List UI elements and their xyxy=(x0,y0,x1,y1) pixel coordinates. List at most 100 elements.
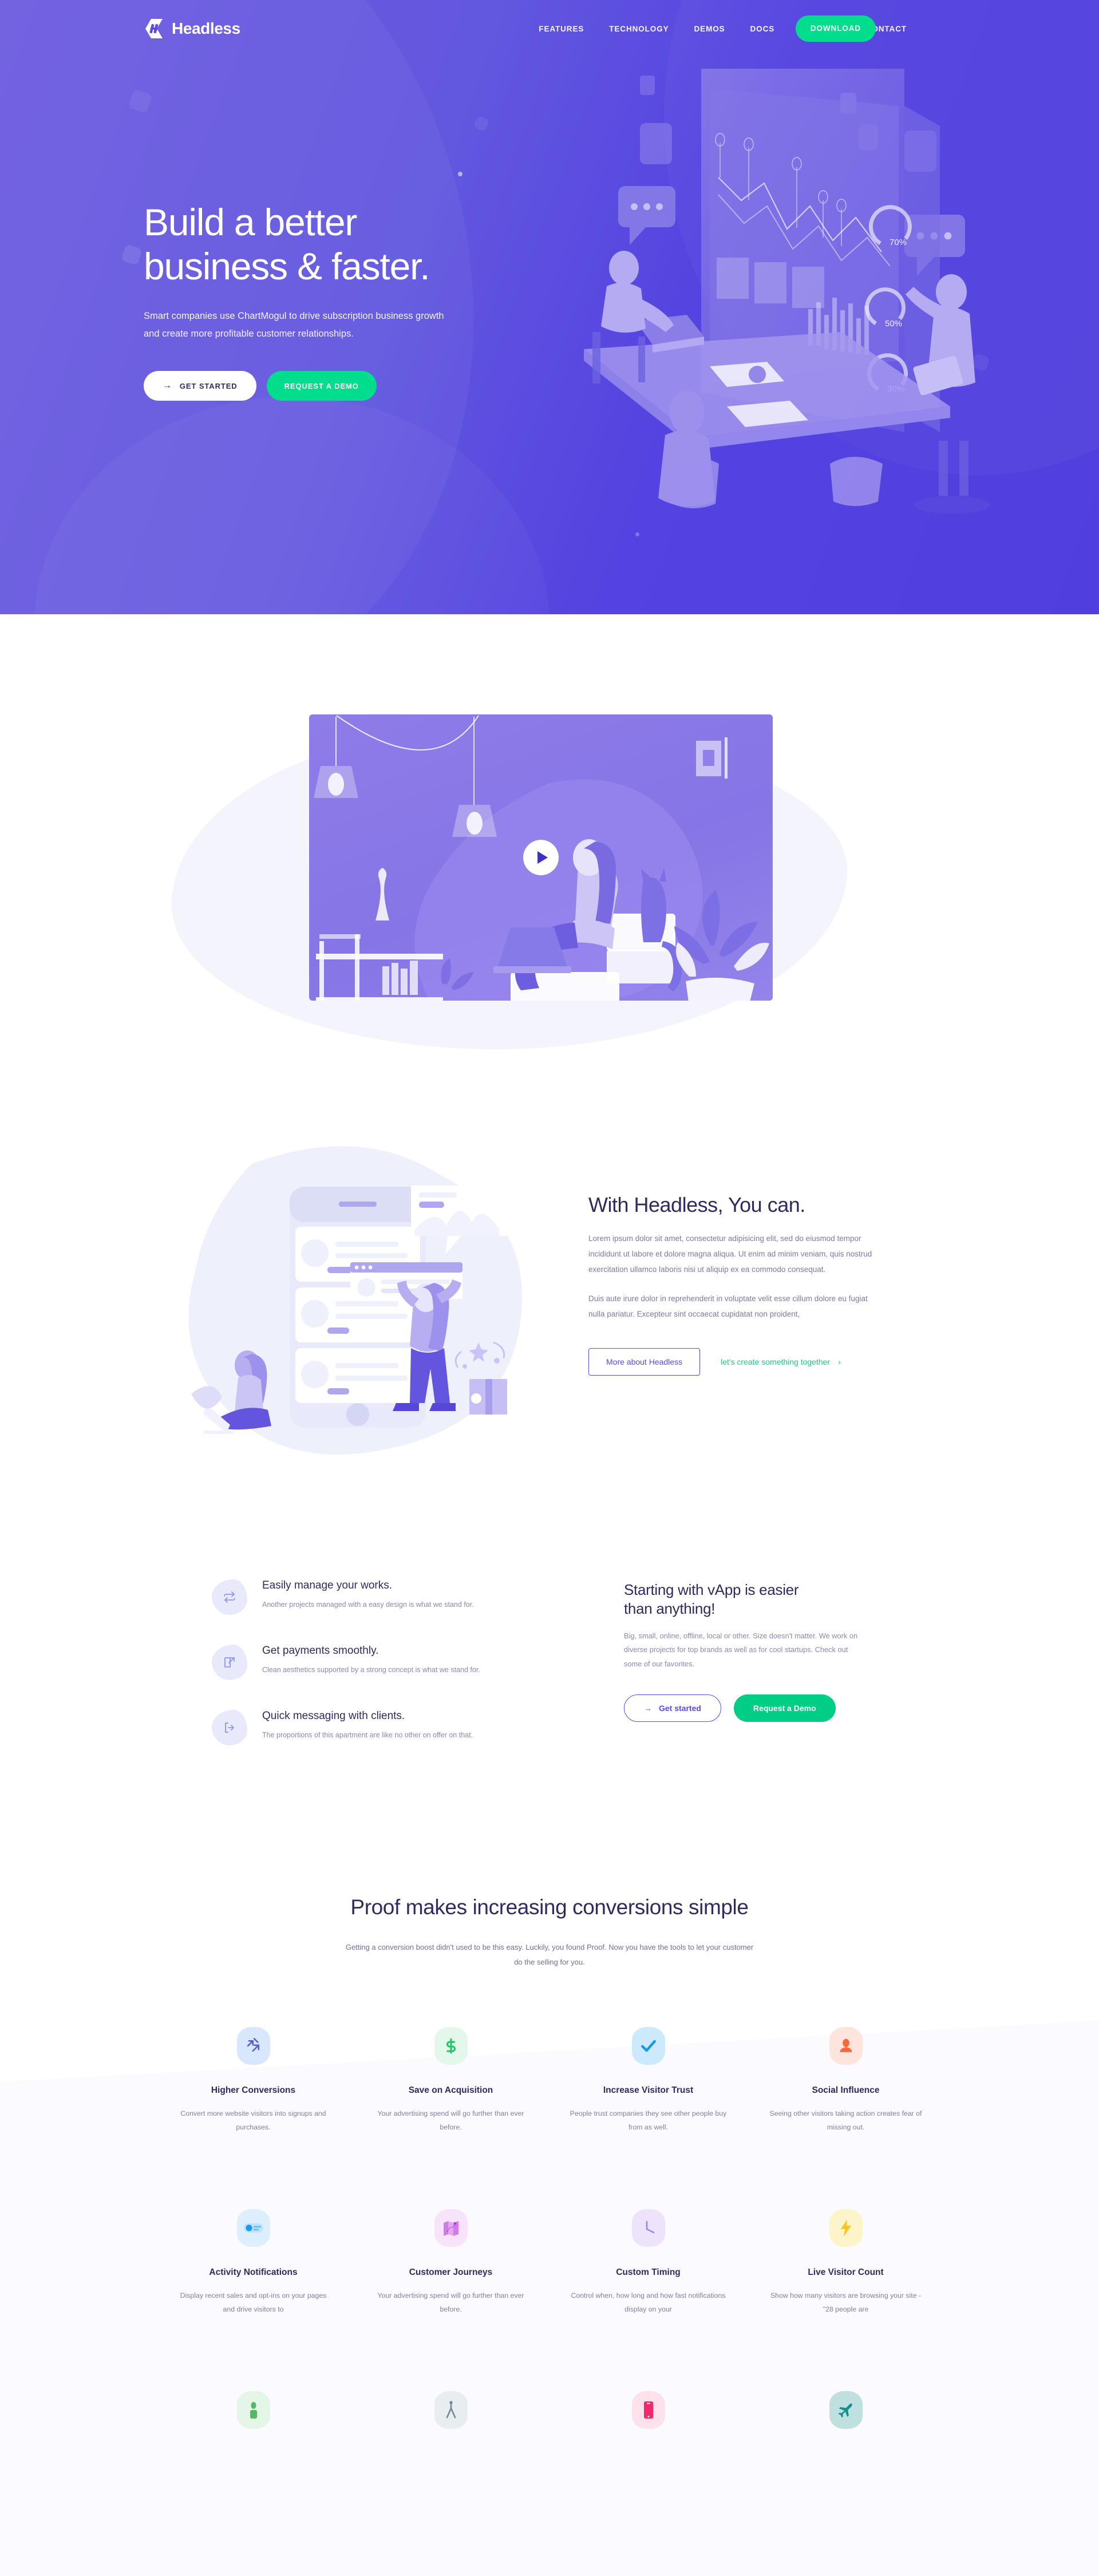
card-desc: Show how many visitors are browsing your… xyxy=(770,2291,922,2313)
feature-item-messaging: Quick messaging with clients. The propor… xyxy=(212,1710,532,1745)
card-title: Custom Timing xyxy=(616,2267,681,2277)
arrow-right-icon: → xyxy=(163,381,172,391)
arrow-right-icon: → xyxy=(644,1704,652,1713)
cta-get-started-label: Get started xyxy=(659,1704,701,1713)
feature-desc: Another projects managed with a easy des… xyxy=(262,1601,474,1609)
hero-title: Build a better business & faster. xyxy=(144,200,579,288)
proof-card-activity-notifications[interactable]: Activity Notifications Display recent sa… xyxy=(155,2208,352,2317)
card-title: Live Visitor Count xyxy=(808,2267,884,2277)
cta-button-group: → Get started Request a Demo xyxy=(624,1694,899,1722)
feature-title: Easily manage your works. xyxy=(262,1579,393,1591)
brand-logo[interactable]: Headless xyxy=(144,18,240,39)
get-started-button[interactable]: → GET STARTED xyxy=(144,371,256,401)
play-icon xyxy=(537,851,548,864)
proof-card-save-on-acquisition[interactable]: Save on Acquisition Your advertising spe… xyxy=(352,2027,550,2135)
person-icon xyxy=(829,2027,863,2065)
proof-card-row3-4[interactable] xyxy=(747,2391,944,2449)
card-desc: Display recent sales and opt-ins on your… xyxy=(180,2291,327,2313)
dollar-icon xyxy=(434,2027,468,2065)
cta-request-demo-button[interactable]: Request a Demo xyxy=(733,1694,836,1722)
mobile-icon xyxy=(631,2391,665,2429)
card-title: Activity Notifications xyxy=(209,2267,298,2277)
card-desc: People trust companies they see other pe… xyxy=(570,2109,727,2131)
lightning-icon xyxy=(829,2208,863,2247)
cta-heading: Starting with vApp is easier than anythi… xyxy=(624,1581,899,1619)
download-button[interactable]: DOWNLOAD xyxy=(795,15,876,42)
card-title: Higher Conversions xyxy=(211,2085,296,2095)
clock-icon xyxy=(631,2208,665,2247)
proof-cards-row-1: Higher Conversions Convert more website … xyxy=(155,2027,944,2135)
cta-heading-line-2: than anything! xyxy=(624,1600,715,1618)
top-navigation: Headless FEATURES TECHNOLOGY DEMOS DOCS … xyxy=(0,0,1099,57)
cta-heading-line-1: Starting with vApp is easier xyxy=(624,1581,799,1598)
proof-cards-row-2: Activity Notifications Display recent sa… xyxy=(155,2208,944,2317)
logout-arrow-icon xyxy=(212,1710,247,1745)
card-desc: Seeing other visitors taking action crea… xyxy=(769,2109,922,2131)
proof-card-row3-3[interactable] xyxy=(550,2391,747,2449)
proof-card-increase-visitor-trust[interactable]: Increase Visitor Trust People trust comp… xyxy=(550,2027,747,2135)
card-desc: Your advertising spend will go further t… xyxy=(377,2109,524,2131)
proof-card-higher-conversions[interactable]: Higher Conversions Convert more website … xyxy=(155,2027,352,2135)
headless-logo-icon xyxy=(144,18,164,39)
about-copy: With Headless, You can. Lorem ipsum dolo… xyxy=(588,1192,875,1376)
hero-section: Headless FEATURES TECHNOLOGY DEMOS DOCS … xyxy=(0,0,1099,614)
nav-item-technology[interactable]: TECHNOLOGY xyxy=(609,25,669,33)
proof-subheading: Getting a conversion boost didn't used t… xyxy=(345,1943,754,1966)
card-title: Save on Acquisition xyxy=(408,2085,493,2095)
feature-text: Quick messaging with clients. The propor… xyxy=(262,1710,473,1745)
brand-name: Headless xyxy=(172,19,240,37)
hero-subtitle: Smart companies use ChartMogul to drive … xyxy=(144,311,444,339)
proof-heading: Proof makes increasing conversions simpl… xyxy=(350,1895,749,1919)
proof-cards-row-3 xyxy=(155,2391,944,2449)
map-icon xyxy=(434,2208,468,2247)
request-demo-button[interactable]: REQUEST A DEMO xyxy=(266,371,377,401)
card-title: Increase Visitor Trust xyxy=(603,2085,694,2095)
person-green-icon xyxy=(236,2391,270,2429)
more-about-headless-button[interactable]: More about Headless xyxy=(588,1348,701,1376)
proof-card-row3-2[interactable] xyxy=(352,2391,550,2449)
proof-content: Proof makes increasing conversions simpl… xyxy=(0,1895,1099,2449)
cta-block: Starting with vApp is easier than anythi… xyxy=(624,1581,899,1722)
about-paragraph-2: Duis aute irure dolor in reprehenderit i… xyxy=(588,1294,868,1319)
proof-card-custom-timing[interactable]: Custom Timing Control when, how long and… xyxy=(550,2208,747,2317)
hero-title-line-2: business & faster. xyxy=(144,244,430,287)
repeat-icon xyxy=(212,1579,247,1615)
card-title: Customer Journeys xyxy=(409,2267,493,2277)
feature-title: Get payments smoothly. xyxy=(262,1645,379,1657)
card-desc: Convert more website visitors into signu… xyxy=(180,2109,326,2131)
proof-card-live-visitor-count[interactable]: Live Visitor Count Show how many visitor… xyxy=(747,2208,944,2317)
plane-icon xyxy=(829,2391,863,2429)
feature-item-manage-works: Easily manage your works. Another projec… xyxy=(212,1579,532,1615)
hero-content: Build a better business & faster. Smart … xyxy=(0,57,1099,401)
about-actions: More about Headless let's create somethi… xyxy=(588,1348,875,1376)
notification-bar-icon xyxy=(236,2208,270,2247)
proof-section: Proof makes increasing conversions simpl… xyxy=(0,1862,1099,2576)
cta-get-started-button[interactable]: → Get started xyxy=(624,1694,721,1722)
feature-list: Easily manage your works. Another projec… xyxy=(212,1579,532,1775)
get-started-label: GET STARTED xyxy=(179,381,238,390)
nav-item-docs[interactable]: DOCS xyxy=(750,25,775,33)
edit-square-icon xyxy=(212,1645,247,1680)
feature-desc: The proportions of this apartment are li… xyxy=(262,1731,473,1739)
check-icon xyxy=(631,2027,665,2065)
about-illustration xyxy=(183,1129,572,1484)
video-section xyxy=(0,614,1099,1129)
nav-item-demos[interactable]: DEMOS xyxy=(694,25,725,33)
hero-title-line-1: Build a better xyxy=(144,201,357,243)
card-desc: Your advertising spend will go further t… xyxy=(377,2291,524,2313)
card-title: Social Influence xyxy=(812,2085,880,2095)
video-player[interactable] xyxy=(309,714,773,1001)
create-together-link[interactable]: let's create something together › xyxy=(721,1357,841,1366)
proof-card-row3-1[interactable] xyxy=(155,2391,352,2449)
about-section: With Headless, You can. Lorem ipsum dolo… xyxy=(0,1129,1099,1564)
about-paragraph-1: Lorem ipsum dolor sit amet, consectetur … xyxy=(588,1234,872,1274)
features-and-cta-section: Easily manage your works. Another projec… xyxy=(0,1564,1099,1862)
proof-card-customer-journeys[interactable]: Customer Journeys Your advertising spend… xyxy=(352,2208,550,2317)
nav-item-features[interactable]: FEATURES xyxy=(539,25,584,33)
proof-card-social-influence[interactable]: Social Influence Seeing other visitors t… xyxy=(747,2027,944,2135)
feature-desc: Clean aesthetics supported by a strong c… xyxy=(262,1666,480,1674)
play-button[interactable] xyxy=(523,840,559,875)
feature-text: Get payments smoothly. Clean aesthetics … xyxy=(262,1645,480,1680)
feature-title: Quick messaging with clients. xyxy=(262,1710,405,1722)
conversion-arrows-icon xyxy=(236,2027,270,2065)
